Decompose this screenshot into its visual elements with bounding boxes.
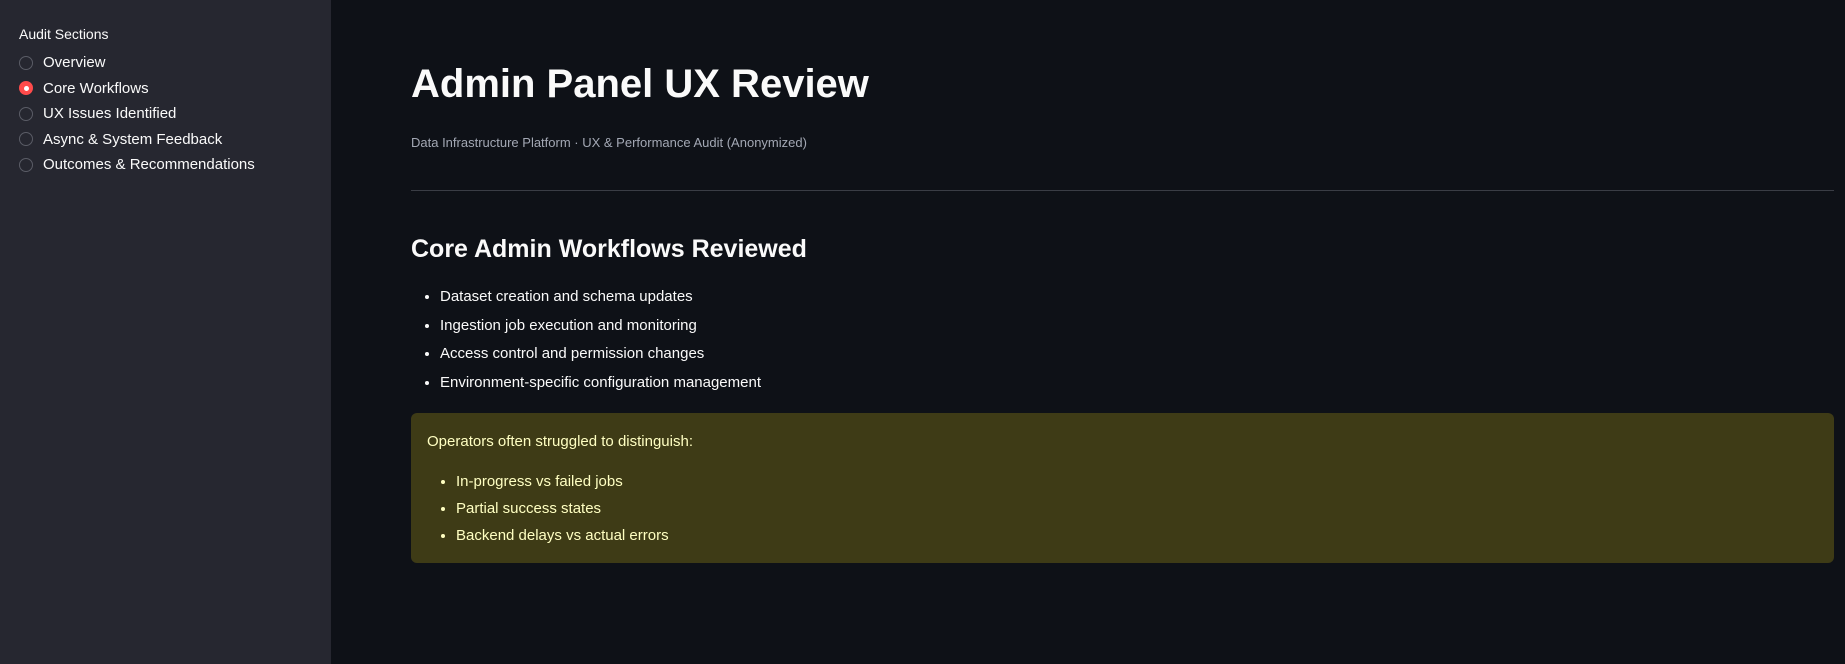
radio-label: Core Workflows <box>43 79 149 97</box>
callout-text: Operators often struggled to distinguish… <box>427 433 693 450</box>
radio-item-overview[interactable]: Overview <box>19 50 312 76</box>
radio-item-ux-issues[interactable]: UX Issues Identified <box>19 101 312 127</box>
radio-item-async-feedback[interactable]: Async & System Feedback <box>19 127 312 153</box>
main-content: Admin Panel UX Review Data Infrastructur… <box>331 0 1845 664</box>
radio-item-outcomes[interactable]: Outcomes & Recommendations <box>19 152 312 178</box>
sidebar-heading: Audit Sections <box>19 26 109 42</box>
page-title: Admin Panel UX Review <box>411 62 869 106</box>
sidebar: Audit Sections Overview Core Workflows U… <box>0 0 331 664</box>
radio-button-selected-icon[interactable] <box>19 81 33 96</box>
list-item: In-progress vs failed jobs <box>456 468 1818 495</box>
callout-list: In-progress vs failed jobs Partial succe… <box>427 468 1818 549</box>
radio-button-icon[interactable] <box>19 55 33 70</box>
page-caption: Data Infrastructure Platform · UX & Perf… <box>411 135 807 150</box>
audit-sections-radio-group: Overview Core Workflows UX Issues Identi… <box>19 50 312 178</box>
workflow-list: Dataset creation and schema updates Inge… <box>411 283 1834 397</box>
radio-button-icon[interactable] <box>19 106 33 121</box>
list-item: Environment-specific configuration manag… <box>440 369 1834 398</box>
list-item: Backend delays vs actual errors <box>456 522 1818 549</box>
list-item: Dataset creation and schema updates <box>440 283 1834 312</box>
list-item: Partial success states <box>456 495 1818 522</box>
radio-label: Async & System Feedback <box>43 130 223 148</box>
list-item: Ingestion job execution and monitoring <box>440 312 1834 341</box>
warning-callout: Operators often struggled to distinguish… <box>411 413 1834 563</box>
section-title: Core Admin Workflows Reviewed <box>411 235 807 263</box>
section-divider <box>411 190 1834 191</box>
radio-button-icon[interactable] <box>19 157 33 172</box>
radio-item-core-workflows[interactable]: Core Workflows <box>19 76 312 102</box>
radio-button-icon[interactable] <box>19 132 33 147</box>
list-item: Access control and permission changes <box>440 340 1834 369</box>
radio-label: Outcomes & Recommendations <box>43 156 255 174</box>
app-root: Audit Sections Overview Core Workflows U… <box>0 0 1845 664</box>
radio-label: UX Issues Identified <box>43 105 177 123</box>
radio-label: Overview <box>43 54 106 72</box>
